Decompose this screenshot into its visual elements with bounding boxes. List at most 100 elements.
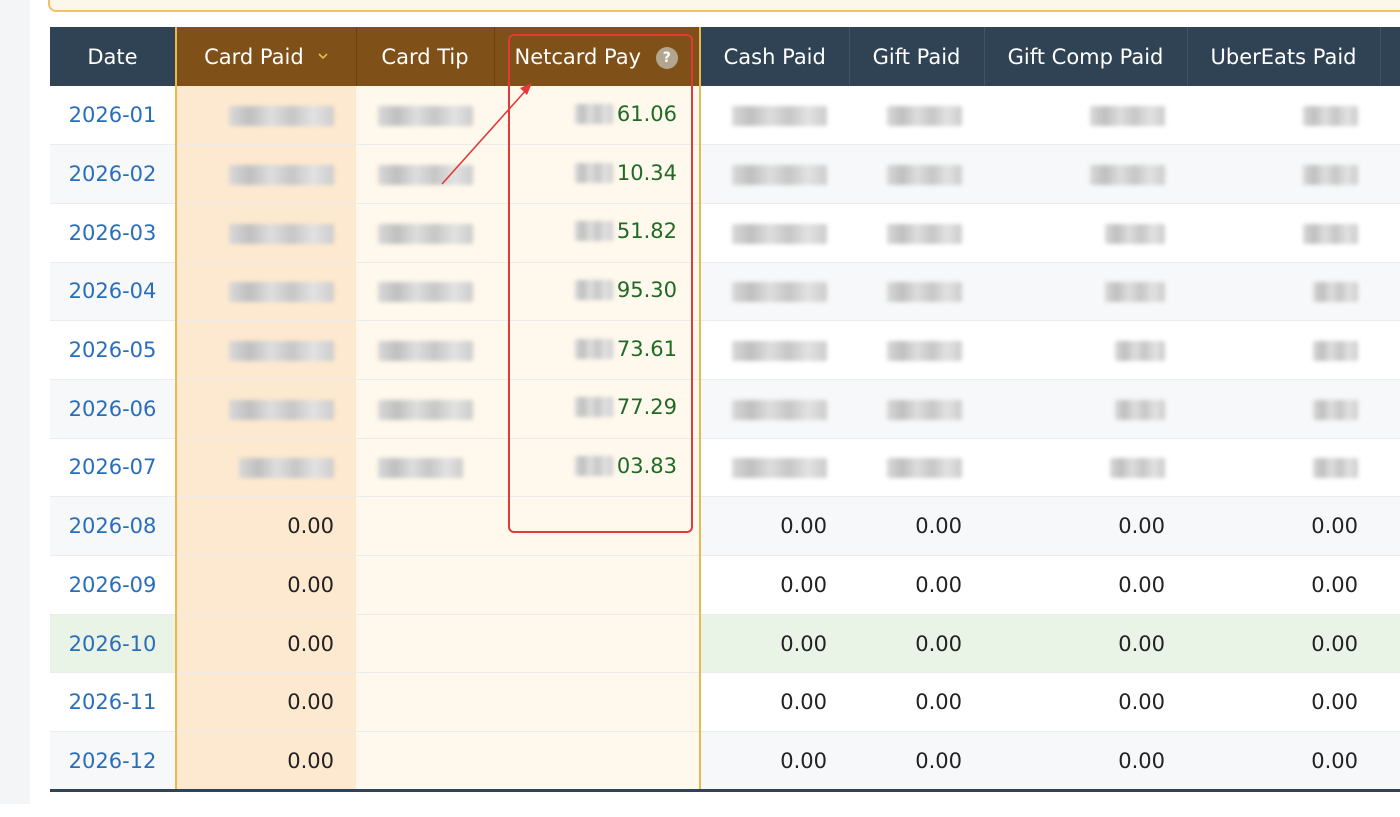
table-row: 2026-12 0.00 0.00 0.00 0.00 0.00 xyxy=(50,731,1400,791)
table-row: 2026-04 95.30 xyxy=(50,262,1400,322)
column-header-label: UberEats Paid xyxy=(1210,44,1357,69)
chevron-down-icon[interactable] xyxy=(318,51,328,61)
overflow-cell xyxy=(1380,731,1400,791)
overflow-cell xyxy=(1380,672,1400,733)
redacted-value xyxy=(229,106,334,127)
column-header-gift-comp-paid[interactable]: Gift Comp Paid xyxy=(984,27,1188,86)
redacted-value xyxy=(1115,341,1165,362)
redacted-value-prefix xyxy=(574,338,613,359)
table-body: 2026-01 61.06 2026-02 10.34 2026-03 51.82 2026… xyxy=(50,86,1400,791)
table-footer-border xyxy=(50,789,1400,792)
redacted-value xyxy=(378,341,473,362)
netcard-pay-visible-digits: 10.34 xyxy=(616,160,677,185)
redacted-value xyxy=(1090,106,1165,127)
column-header-label: Cash Paid xyxy=(723,44,826,69)
date-link[interactable]: 2026-09 xyxy=(69,573,157,597)
card-tip-cell xyxy=(356,144,494,204)
left-side-panel xyxy=(0,0,30,804)
card-paid-cell xyxy=(175,262,356,322)
netcard-pay-value: 77.29 xyxy=(574,395,677,419)
date-link[interactable]: 2026-04 xyxy=(69,279,157,303)
date-link-cell[interactable]: 2026-12 xyxy=(50,731,176,791)
date-link[interactable]: 2026-08 xyxy=(69,514,157,538)
netcard-pay-visible-digits: 61.06 xyxy=(616,101,677,126)
card-paid-cell: 0.00 xyxy=(175,731,356,791)
redacted-value xyxy=(1090,165,1165,186)
cash-paid-cell xyxy=(700,203,849,263)
column-header-date[interactable]: Date xyxy=(50,27,177,86)
date-link-cell[interactable]: 2026-02 xyxy=(50,144,176,204)
table-row: 2026-07 03.83 xyxy=(50,438,1400,498)
redacted-value xyxy=(239,458,334,479)
table-row: 2026-10 0.00 0.00 0.00 0.00 0.00 xyxy=(50,614,1400,674)
column-header-gift-paid[interactable]: Gift Paid xyxy=(849,27,985,86)
gift-comp-paid-value: 0.00 xyxy=(1118,690,1165,715)
date-link[interactable]: 2026-01 xyxy=(69,103,157,127)
date-link-cell[interactable]: 2026-10 xyxy=(50,614,176,674)
overflow-cell xyxy=(1380,320,1400,380)
cash-paid-cell: 0.00 xyxy=(700,672,849,733)
netcard-pay-cell: 61.06 xyxy=(494,86,701,146)
date-link-cell[interactable]: 2026-09 xyxy=(50,555,176,615)
column-header-label: Netcard Pay xyxy=(514,44,642,69)
netcard-pay-cell xyxy=(494,496,701,556)
card-tip-cell xyxy=(356,262,494,322)
column-header-cash-paid[interactable]: Cash Paid xyxy=(700,27,850,86)
date-link[interactable]: 2026-10 xyxy=(69,632,157,656)
ubereats-paid-cell: 0.00 xyxy=(1187,555,1380,615)
card-paid-value: 0.00 xyxy=(287,631,334,656)
date-link[interactable]: 2026-02 xyxy=(69,162,157,186)
date-link-cell[interactable]: 2026-11 xyxy=(50,672,176,733)
gift-paid-cell xyxy=(849,262,984,322)
gift-comp-paid-cell xyxy=(984,144,1187,204)
redacted-value-prefix xyxy=(574,397,613,418)
card-tip-cell xyxy=(356,614,494,674)
netcard-pay-visible-digits: 95.30 xyxy=(616,277,677,302)
overflow-cell xyxy=(1380,86,1400,146)
date-link[interactable]: 2026-03 xyxy=(69,221,157,245)
card-tip-cell xyxy=(356,86,494,146)
ubereats-paid-cell xyxy=(1187,262,1380,322)
date-link-cell[interactable]: 2026-08 xyxy=(50,496,176,556)
table-row: 2026-09 0.00 0.00 0.00 0.00 0.00 xyxy=(50,555,1400,615)
date-link[interactable]: 2026-12 xyxy=(69,749,157,773)
card-paid-cell xyxy=(175,438,356,498)
cash-paid-cell: 0.00 xyxy=(700,555,849,615)
table-row: 2026-01 61.06 xyxy=(50,86,1400,146)
card-paid-cell: 0.00 xyxy=(175,555,356,615)
cash-paid-cell: 0.00 xyxy=(700,614,849,674)
date-link-cell[interactable]: 2026-03 xyxy=(50,203,176,263)
column-header-label: Card Paid xyxy=(204,44,304,69)
card-tip-cell xyxy=(356,555,494,615)
date-link[interactable]: 2026-05 xyxy=(69,338,157,362)
date-link-cell[interactable]: 2026-05 xyxy=(50,320,176,380)
redacted-value xyxy=(1313,399,1358,420)
date-link-cell[interactable]: 2026-06 xyxy=(50,379,176,439)
date-link-cell[interactable]: 2026-01 xyxy=(50,86,176,146)
redacted-value xyxy=(1313,282,1358,303)
card-paid-cell xyxy=(175,203,356,263)
gift-comp-paid-cell xyxy=(984,203,1187,263)
netcard-pay-value: 73.61 xyxy=(574,337,677,361)
gift-comp-paid-cell: 0.00 xyxy=(984,614,1187,674)
date-link-cell[interactable]: 2026-07 xyxy=(50,438,176,498)
gift-comp-paid-value: 0.00 xyxy=(1118,748,1165,773)
netcard-pay-cell: 77.29 xyxy=(494,379,701,439)
gift-comp-paid-cell: 0.00 xyxy=(984,731,1187,791)
question-circle-icon[interactable]: ? xyxy=(655,46,678,69)
column-header-label: Date xyxy=(87,44,138,69)
date-link[interactable]: 2026-07 xyxy=(69,455,157,479)
redacted-value-prefix xyxy=(574,162,613,183)
column-header-netcard-pay[interactable]: Netcard Pay ? xyxy=(494,27,701,86)
ubereats-paid-cell: 0.00 xyxy=(1187,731,1380,791)
date-link[interactable]: 2026-06 xyxy=(69,397,157,421)
column-header-card-paid[interactable]: Card Paid xyxy=(175,27,357,86)
date-link[interactable]: 2026-11 xyxy=(69,690,157,714)
redacted-value xyxy=(378,223,473,244)
table-row: 2026-11 0.00 0.00 0.00 0.00 0.00 xyxy=(50,672,1400,733)
column-header-ubereats-paid[interactable]: UberEats Paid xyxy=(1187,27,1381,86)
redacted-value xyxy=(1313,458,1358,479)
column-header-card-tip[interactable]: Card Tip xyxy=(356,27,495,86)
cash-paid-cell xyxy=(700,144,849,204)
date-link-cell[interactable]: 2026-04 xyxy=(50,262,176,322)
